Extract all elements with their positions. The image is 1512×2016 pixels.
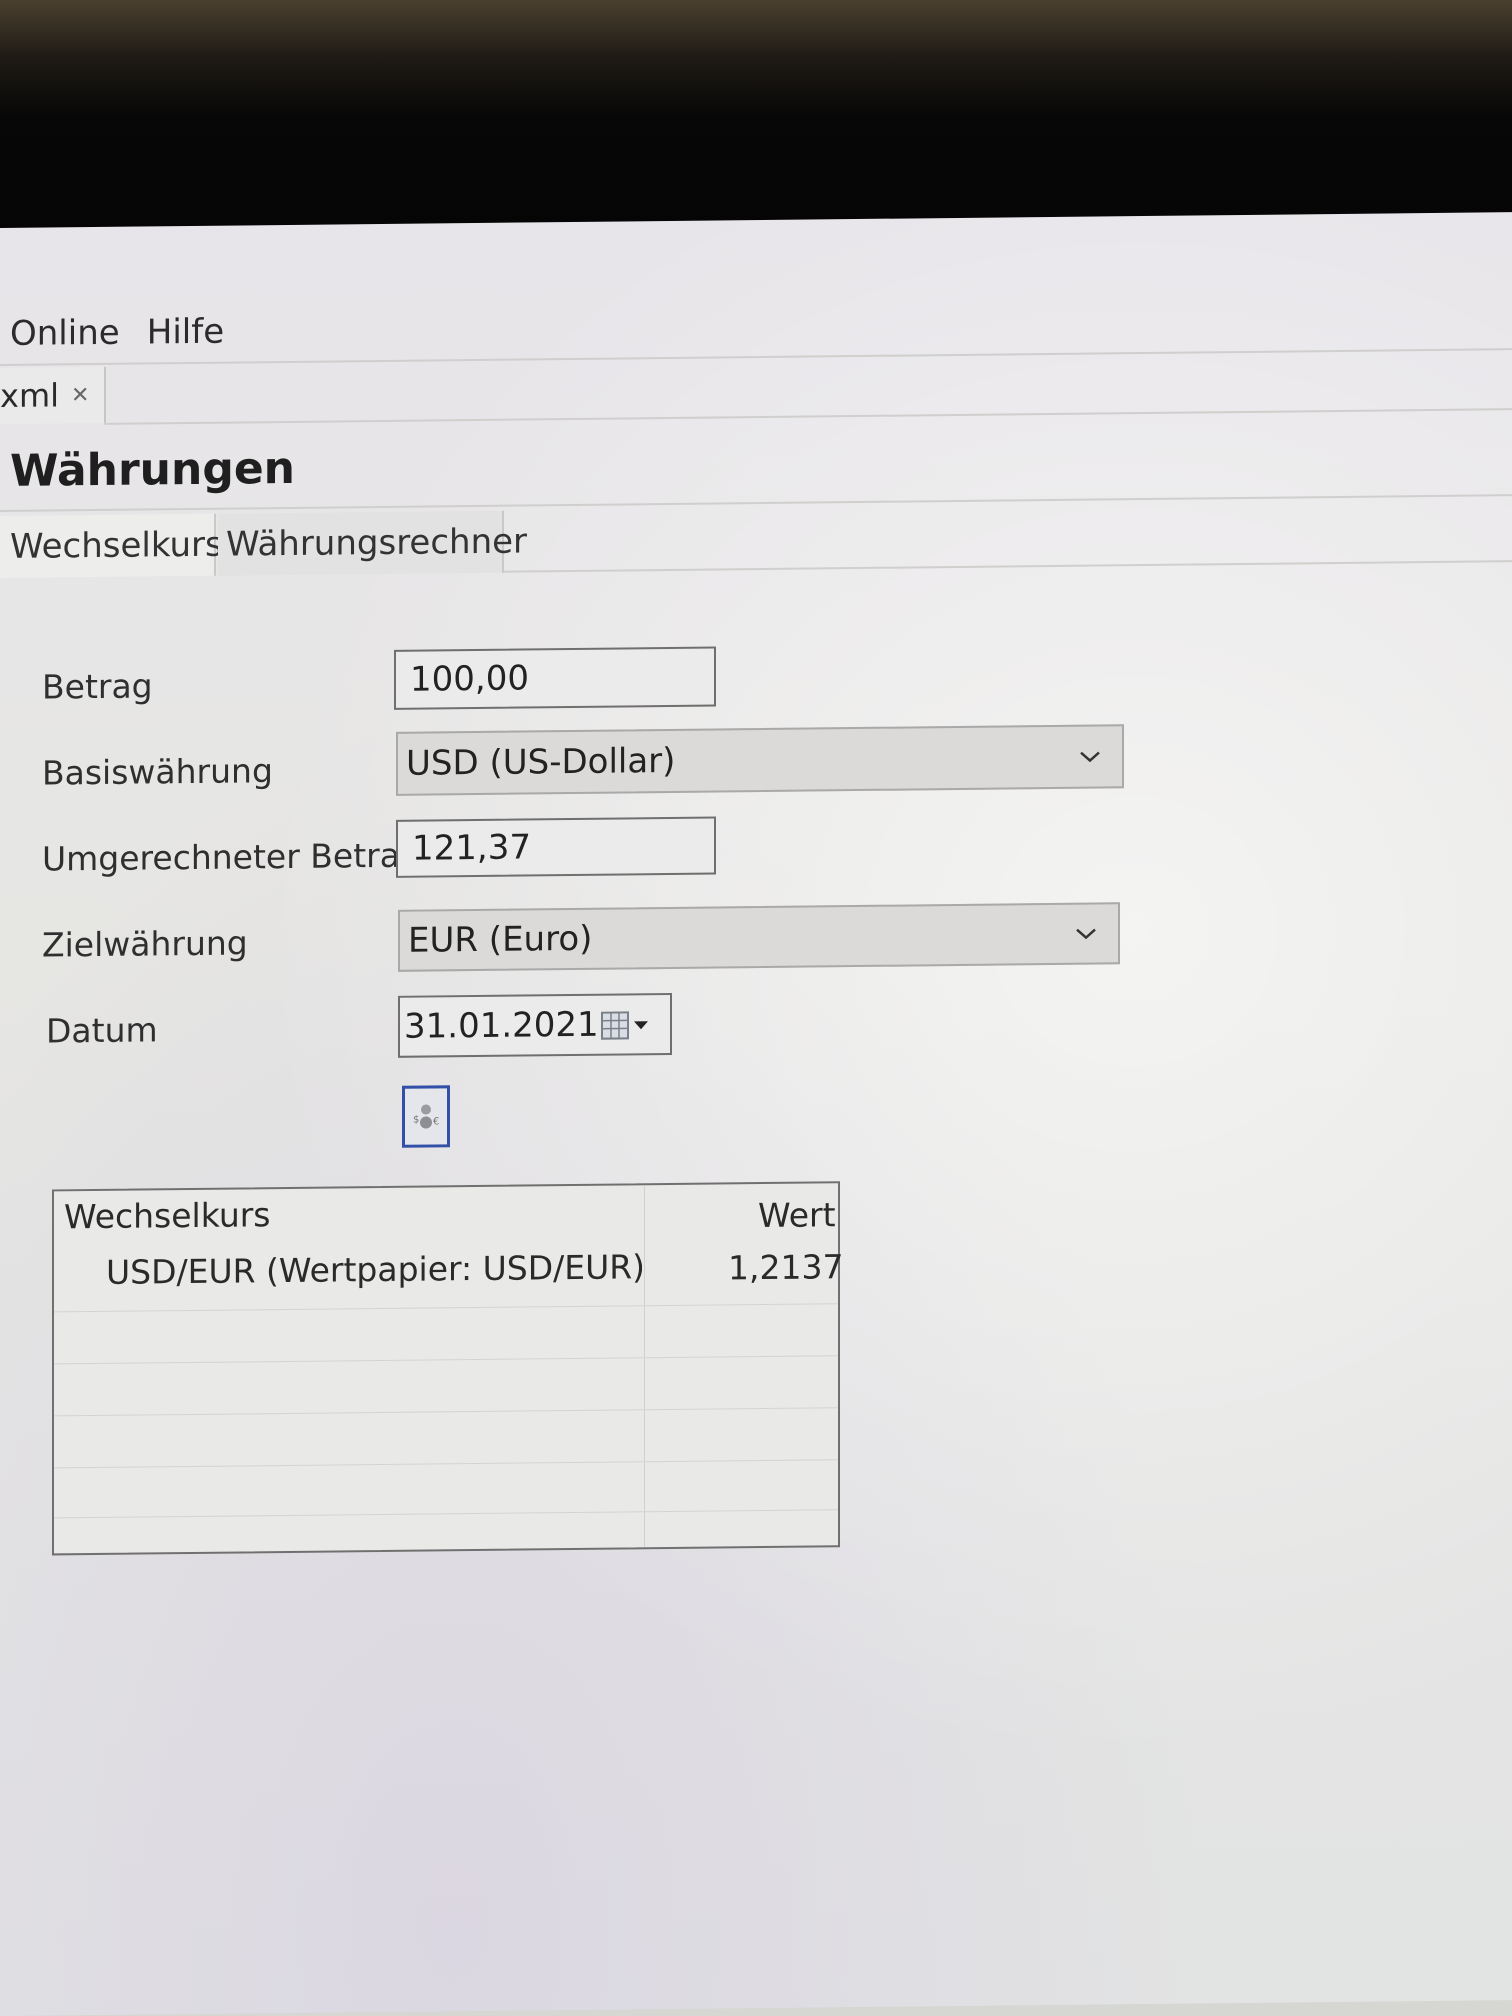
tab-wechselkurse[interactable]: Wechselkurse	[0, 513, 244, 578]
target-currency-select[interactable]: EUR (Euro)	[398, 902, 1120, 972]
base-currency-value: USD (US-Dollar)	[406, 740, 676, 784]
row-gridline	[54, 1355, 838, 1365]
chevron-down-icon	[1080, 751, 1100, 763]
date-picker[interactable]: 31.01.2021	[398, 992, 672, 1058]
date-label: Datum	[46, 1010, 158, 1051]
row-gridline	[54, 1407, 838, 1417]
menu-online[interactable]: Online	[10, 313, 120, 354]
table-row[interactable]: USD/EUR (Wertpapier: USD/EUR) We 1,2137	[54, 1183, 843, 1292]
date-value: 31.01.2021	[404, 1004, 599, 1047]
subtab-separator	[504, 560, 1512, 573]
calendar-icon	[601, 1011, 648, 1040]
tab-waehrungsrechner[interactable]: Währungsrechner	[218, 510, 527, 576]
converted-amount-value: 121,37	[412, 827, 531, 869]
amount-value: 100,00	[410, 658, 529, 700]
menu-hilfe[interactable]: Hilfe	[147, 312, 224, 353]
calculator-icon: $ €	[413, 1104, 439, 1129]
chevron-down-icon	[1076, 928, 1096, 940]
row-gridline	[54, 1303, 838, 1313]
application-window: Online Hilfe xml ✕ Währungen Wechselkurse…	[0, 212, 1512, 2016]
calendar-dropdown-button[interactable]	[600, 1009, 654, 1053]
editor-tab-xml[interactable]: xml ✕	[0, 366, 106, 424]
rate-value-cell: 1,2137	[728, 1247, 844, 1288]
amount-input[interactable]: 100,00	[394, 646, 716, 710]
base-currency-label: Basiswährung	[42, 751, 273, 793]
rates-table: Wechselkurs Wert USD/EUR (Wertpapier: US…	[52, 1181, 843, 1556]
row-gridline	[54, 1459, 838, 1469]
row-gridline	[54, 1509, 838, 1519]
svg-text:$: $	[413, 1115, 419, 1126]
title-separator	[0, 494, 1512, 512]
close-icon[interactable]: ✕	[71, 383, 89, 408]
base-currency-select[interactable]: USD (US-Dollar)	[396, 724, 1124, 796]
svg-text:€: €	[433, 1116, 439, 1127]
target-currency-label: Zielwährung	[42, 923, 248, 965]
page-title: Währungen	[10, 442, 295, 497]
amount-label: Betrag	[42, 666, 153, 707]
column-header-value[interactable]: Wert	[758, 1195, 836, 1235]
menu-bar: Online Hilfe	[10, 312, 224, 354]
menu-separator	[0, 348, 1512, 366]
column-header-rate[interactable]: Wechselkurs	[64, 1195, 271, 1236]
converted-amount-field[interactable]: 121,37	[396, 816, 716, 878]
tab-bar-separator	[104, 408, 1512, 425]
monitor-bezel	[0, 0, 1512, 236]
rate-name-cell: USD/EUR (Wertpapier: USD/EUR) We	[106, 1247, 642, 1292]
calculate-button[interactable]: $ €	[402, 1085, 450, 1148]
editor-tab-label: xml	[0, 376, 59, 415]
column-divider	[644, 1185, 645, 1548]
target-currency-value: EUR (Euro)	[408, 918, 593, 961]
converted-amount-label: Umgerechneter Betrag	[42, 835, 421, 879]
